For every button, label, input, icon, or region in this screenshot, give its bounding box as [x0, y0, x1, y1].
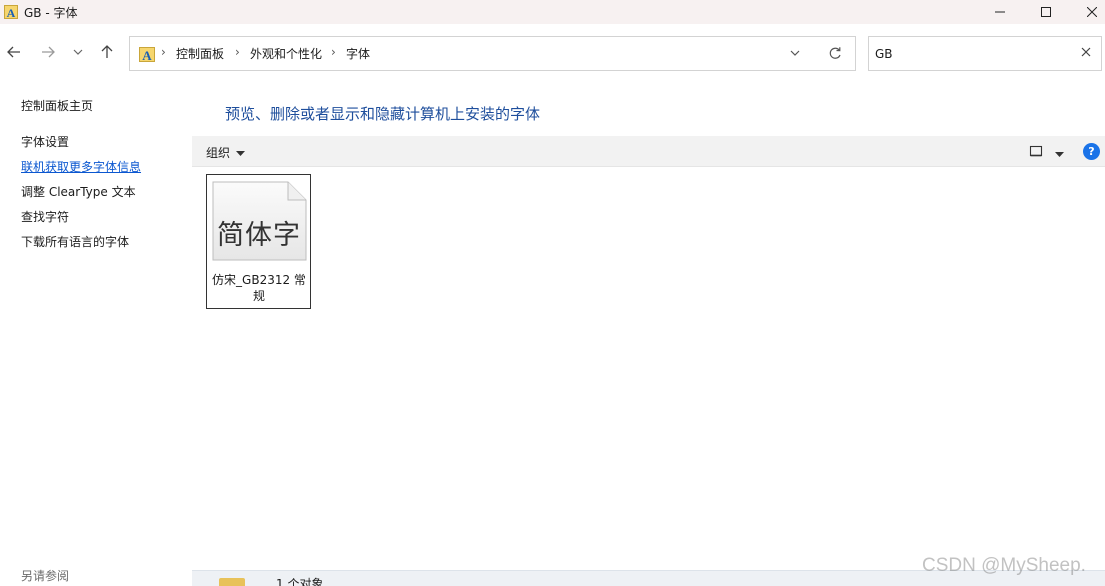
view-options-dropdown-button[interactable]	[1055, 147, 1064, 161]
font-settings-link[interactable]: 字体设置	[21, 133, 69, 150]
item-count: 1 个对象	[276, 577, 324, 586]
page-heading: 预览、删除或者显示和隐藏计算机上安装的字体	[225, 105, 541, 123]
address-dropdown-button[interactable]	[790, 46, 800, 63]
minimize-icon	[995, 11, 1005, 13]
folder-icon	[219, 578, 245, 586]
organize-button[interactable]: 组织	[206, 144, 230, 161]
svg-text:A: A	[142, 48, 152, 62]
control-panel-fonts-icon: A	[139, 46, 155, 63]
search-box[interactable]	[868, 36, 1102, 71]
command-toolbar: 组织 ?	[192, 136, 1105, 167]
refresh-button[interactable]	[828, 45, 842, 64]
organize-dropdown-icon[interactable]	[236, 146, 245, 160]
close-icon	[1081, 47, 1091, 57]
font-preview-text: 简体字	[217, 220, 301, 251]
chevron-down-icon	[73, 49, 83, 55]
breadcrumb-separator: ›	[331, 45, 336, 59]
change-view-button[interactable]	[1029, 144, 1043, 158]
font-item[interactable]: 简体字 仿宋_GB2312 常规	[206, 174, 311, 309]
recent-locations-button[interactable]	[67, 41, 89, 63]
maximize-button[interactable]	[1023, 0, 1069, 24]
fonts-folder-icon: A	[4, 5, 18, 19]
adjust-cleartype-link[interactable]: 调整 ClearType 文本	[21, 183, 136, 200]
breadcrumb-appearance[interactable]: 外观和个性化	[250, 45, 322, 62]
refresh-icon	[829, 47, 841, 59]
up-button[interactable]	[96, 41, 118, 63]
close-icon	[1087, 7, 1097, 17]
window-title: GB - 字体	[24, 5, 78, 20]
control-panel-home-link[interactable]: 控制面板主页	[21, 97, 93, 114]
close-button[interactable]	[1069, 0, 1105, 24]
see-also-heading: 另请参阅	[21, 569, 70, 583]
download-all-language-fonts-link[interactable]: 下载所有语言的字体	[21, 233, 129, 250]
breadcrumb-separator: ›	[235, 45, 240, 59]
arrow-left-icon	[7, 46, 20, 58]
watermark: CSDN @MySheep.	[922, 555, 1086, 576]
title-bar: A GB - 字体	[0, 0, 1105, 24]
back-button[interactable]	[3, 41, 25, 63]
font-name-label: 仿宋_GB2312 常规	[212, 273, 306, 303]
navigation-bar: A › 控制面板 › 外观和个性化 › 字体	[0, 24, 1105, 82]
arrow-right-icon	[42, 46, 55, 58]
breadcrumb-separator: ›	[161, 45, 166, 59]
svg-text:A: A	[7, 6, 16, 19]
get-more-font-info-link[interactable]: 联机获取更多字体信息	[21, 158, 141, 175]
maximize-icon	[1041, 7, 1051, 17]
find-character-link[interactable]: 查找字符	[21, 208, 69, 225]
chevron-down-icon	[790, 50, 800, 56]
breadcrumb-control-panel[interactable]: 控制面板	[176, 45, 224, 62]
forward-button[interactable]	[37, 41, 59, 63]
search-clear-button[interactable]	[1081, 46, 1091, 61]
help-button[interactable]: ?	[1083, 143, 1100, 160]
minimize-button[interactable]	[977, 0, 1023, 24]
search-input[interactable]	[875, 44, 1075, 64]
view-icon	[1029, 145, 1043, 157]
left-task-pane: 控制面板主页 字体设置 联机获取更多字体信息 调整 ClearType 文本 查…	[0, 82, 190, 586]
address-bar[interactable]: A › 控制面板 › 外观和个性化 › 字体	[129, 36, 856, 71]
breadcrumb-fonts[interactable]: 字体	[346, 45, 370, 62]
caret-down-icon	[1055, 152, 1064, 157]
arrow-up-icon	[101, 45, 113, 58]
